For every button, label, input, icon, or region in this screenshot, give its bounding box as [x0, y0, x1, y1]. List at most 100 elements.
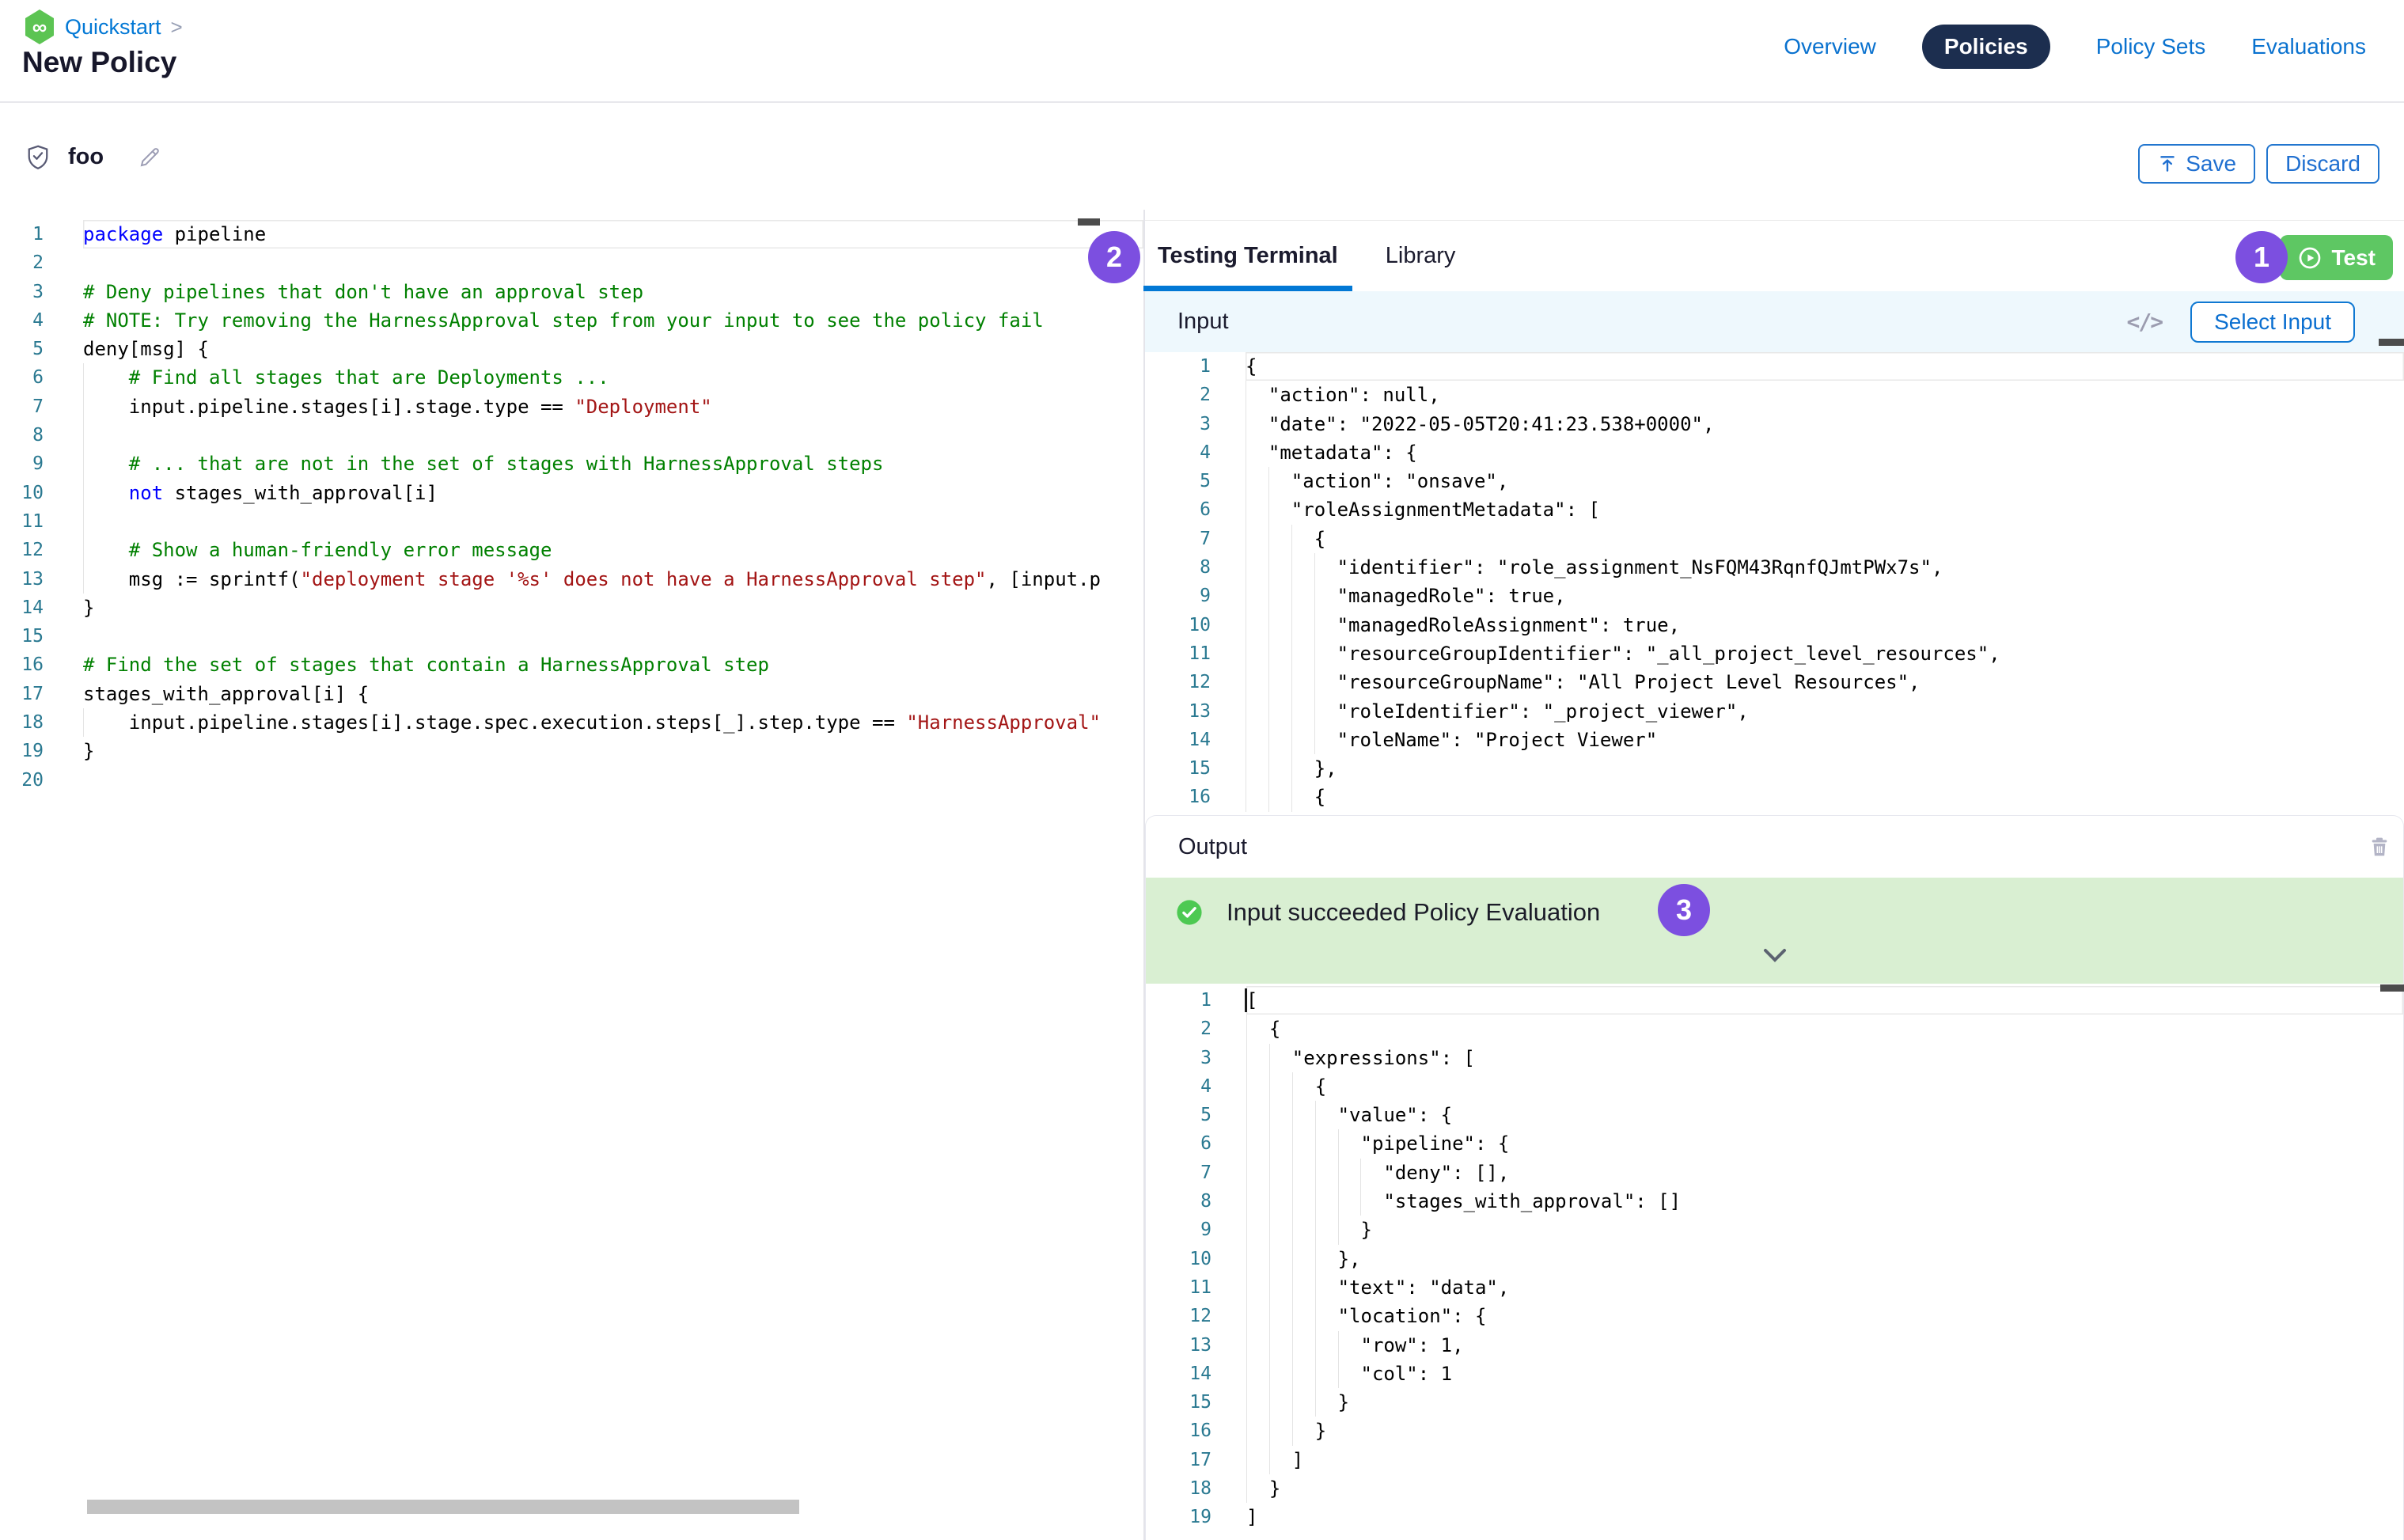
policy-code-editor[interactable]: 1package pipeline23# Deny pipelines that… [0, 210, 1143, 1540]
code-line[interactable]: 3 "expressions": [ [1146, 1044, 2403, 1072]
code-line[interactable]: 9 # ... that are not in the set of stage… [0, 449, 1143, 478]
input-section-header: Input </> Select Input [1145, 291, 2404, 352]
code-line[interactable]: 11 "text": "data", [1146, 1273, 2403, 1302]
scrollbar-thumb[interactable] [2380, 984, 2404, 992]
code-line[interactable]: 16# Find the set of stages that contain … [0, 651, 1143, 679]
evaluation-status-message: Input succeeded Policy Evaluation [1227, 898, 1600, 927]
code-line[interactable]: 20 [0, 766, 1143, 795]
code-line[interactable]: 2 "action": null, [1145, 381, 2404, 409]
breadcrumb[interactable]: ∞ Quickstart > [24, 9, 183, 44]
code-line[interactable]: 9 "managedRole": true, [1145, 582, 2404, 610]
nav-tab-evaluations[interactable]: Evaluations [2251, 34, 2366, 59]
testing-terminal-panel: Testing Terminal Library Test Input </> … [1145, 210, 2404, 1540]
code-line[interactable]: 15 [0, 622, 1143, 651]
code-line[interactable]: 3# Deny pipelines that don't have an app… [0, 278, 1143, 306]
code-line[interactable]: 9 } [1146, 1216, 2403, 1244]
policy-shield-icon [24, 143, 52, 172]
code-line[interactable]: 10 not stages_with_approval[i] [0, 479, 1143, 507]
chevron-right-icon: > [171, 15, 183, 40]
code-line[interactable]: 12 # Show a human-friendly error message [0, 536, 1143, 564]
output-json-editor[interactable]: 1[2 {3 "expressions": [4 {5 "value": {6 … [1146, 984, 2403, 1540]
nav-tab-overview[interactable]: Overview [1784, 34, 1876, 59]
nav-tab-policies[interactable]: Policies [1922, 25, 2050, 69]
code-line[interactable]: 4 { [1146, 1072, 2403, 1101]
line-number: 4 [1146, 1072, 1211, 1101]
discard-button[interactable]: Discard [2266, 144, 2379, 184]
code-line[interactable]: 1package pipeline [0, 220, 1143, 248]
code-line[interactable]: 15 } [1146, 1388, 2403, 1417]
policy-name: foo [68, 144, 104, 170]
line-number: 7 [0, 393, 44, 421]
code-line[interactable]: 14} [0, 594, 1143, 622]
code-line[interactable]: 3 "date": "2022-05-05T20:41:23.538+0000"… [1145, 410, 2404, 438]
code-line[interactable]: 19} [0, 737, 1143, 765]
code-line[interactable]: 7 "deny": [], [1146, 1159, 2403, 1187]
scrollbar-thumb[interactable] [1078, 218, 1100, 226]
line-number: 4 [1145, 438, 1211, 467]
line-number: 16 [1146, 1417, 1211, 1445]
code-line[interactable]: 8 [0, 421, 1143, 449]
code-line[interactable]: 4# NOTE: Try removing the HarnessApprova… [0, 306, 1143, 335]
code-line[interactable]: 10 }, [1146, 1245, 2403, 1273]
code-line[interactable]: 17stages_with_approval[i] { [0, 680, 1143, 708]
line-number: 19 [1146, 1503, 1211, 1531]
code-line[interactable]: 18 input.pipeline.stages[i].stage.spec.e… [0, 708, 1143, 737]
code-line[interactable]: 13 msg := sprintf("deployment stage '%s'… [0, 565, 1143, 594]
code-line[interactable]: 11 "resourceGroupIdentifier": "_all_proj… [1145, 639, 2404, 668]
code-line[interactable]: 7 input.pipeline.stages[i].stage.type ==… [0, 393, 1143, 421]
code-line[interactable]: 18 } [1146, 1474, 2403, 1503]
test-button[interactable]: Test [2280, 235, 2394, 280]
code-line[interactable]: 12 "location": { [1146, 1302, 2403, 1330]
output-label: Output [1178, 834, 1247, 860]
code-line[interactable]: 10 "managedRoleAssignment": true, [1145, 611, 2404, 639]
code-line[interactable]: 15 }, [1145, 754, 2404, 783]
harness-logo-icon[interactable]: ∞ [24, 9, 55, 44]
line-number: 1 [1146, 986, 1211, 1015]
code-line[interactable]: 13 "row": 1, [1146, 1331, 2403, 1360]
code-line[interactable]: 2 [0, 248, 1143, 277]
code-line[interactable]: 8 "identifier": "role_assignment_NsFQM43… [1145, 553, 2404, 582]
line-number: 7 [1146, 1159, 1211, 1187]
chevron-down-icon[interactable] [1759, 947, 1791, 969]
upload-icon [2157, 154, 2178, 174]
input-json-editor[interactable]: 1{2 "action": null,3 "date": "2022-05-05… [1145, 352, 2404, 815]
code-line[interactable]: 1[ [1146, 986, 2403, 1015]
code-line[interactable]: 4 "metadata": { [1145, 438, 2404, 467]
code-line[interactable]: 7 { [1145, 525, 2404, 553]
save-button[interactable]: Save [2138, 144, 2255, 184]
code-line[interactable]: 6 "pipeline": { [1146, 1129, 2403, 1158]
line-number: 6 [0, 363, 44, 392]
tab-testing-terminal[interactable]: Testing Terminal [1145, 221, 1351, 291]
code-view-icon[interactable]: </> [2127, 309, 2163, 335]
line-number: 18 [1146, 1474, 1211, 1503]
code-line[interactable]: 8 "stages_with_approval": [] [1146, 1187, 2403, 1216]
code-line[interactable]: 16 { [1145, 783, 2404, 811]
select-input-button[interactable]: Select Input [2190, 302, 2355, 343]
code-line[interactable]: 13 "roleIdentifier": "_project_viewer", [1145, 697, 2404, 726]
nav-tab-policy-sets[interactable]: Policy Sets [2096, 34, 2206, 59]
tab-library[interactable]: Library [1373, 221, 1469, 291]
code-line[interactable]: 17 ] [1146, 1446, 2403, 1474]
code-line[interactable]: 5deny[msg] { [0, 335, 1143, 363]
code-line[interactable]: 2 { [1146, 1015, 2403, 1043]
code-line[interactable]: 16 } [1146, 1417, 2403, 1445]
horizontal-scrollbar[interactable] [87, 1500, 799, 1514]
code-line[interactable]: 5 "value": { [1146, 1101, 2403, 1129]
code-line[interactable]: 5 "action": "onsave", [1145, 467, 2404, 495]
code-line[interactable]: 6 "roleAssignmentMetadata": [ [1145, 495, 2404, 524]
breadcrumb-project-link[interactable]: Quickstart [65, 15, 161, 40]
edit-name-icon[interactable] [137, 145, 162, 170]
line-number: 2 [0, 248, 44, 277]
clear-output-trash-icon[interactable] [2367, 834, 2392, 859]
code-line[interactable]: 6 # Find all stages that are Deployments… [0, 363, 1143, 392]
code-line[interactable]: 14 "roleName": "Project Viewer" [1145, 726, 2404, 754]
code-line[interactable]: 19] [1146, 1503, 2403, 1531]
code-line[interactable]: 12 "resourceGroupName": "All Project Lev… [1145, 668, 2404, 696]
scrollbar-thumb[interactable] [2379, 339, 2404, 346]
line-number: 14 [0, 594, 44, 622]
line-number: 18 [0, 708, 44, 737]
code-line[interactable]: 1{ [1145, 352, 2404, 381]
code-line[interactable]: 14 "col": 1 [1146, 1360, 2403, 1388]
text-cursor [1245, 988, 1247, 1012]
code-line[interactable]: 11 [0, 507, 1143, 536]
